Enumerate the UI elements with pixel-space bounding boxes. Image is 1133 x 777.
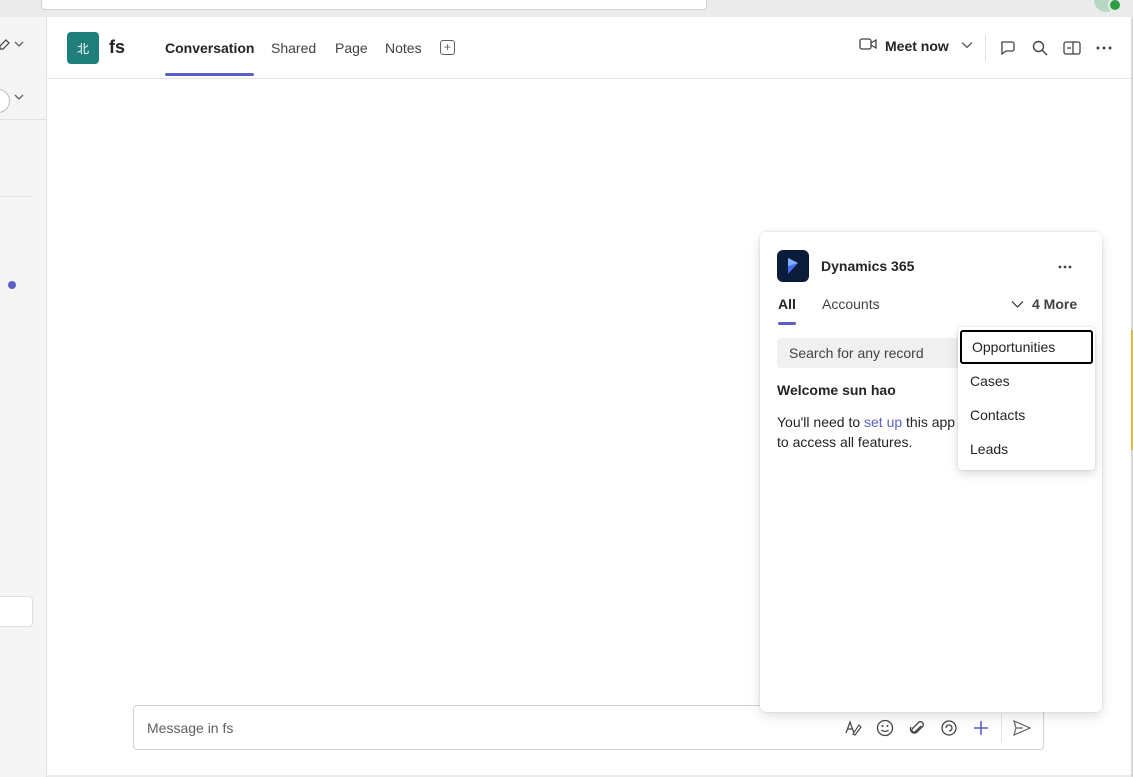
attach-icon[interactable] (906, 717, 928, 739)
plus-icon[interactable] (970, 717, 992, 739)
divider (1001, 714, 1002, 742)
menu-item-contacts[interactable]: Contacts (958, 398, 1095, 432)
side-panel-icon[interactable] (1061, 37, 1083, 59)
tab-conversation[interactable]: Conversation (165, 40, 254, 56)
format-icon[interactable] (842, 717, 864, 739)
active-tab-indicator (165, 73, 254, 76)
setup-prefix: You'll need to (777, 414, 865, 430)
chevron-down-icon (1011, 296, 1024, 312)
more-icon[interactable] (1058, 256, 1072, 274)
chevron-down-icon[interactable] (14, 39, 24, 52)
channel-header: 北 fs Conversation Shared Page Notes + Me… (47, 17, 1131, 79)
meet-now-label: Meet now (885, 37, 949, 54)
tab-page[interactable]: Page (335, 40, 368, 56)
menu-item-leads[interactable]: Leads (958, 432, 1095, 466)
card-title: Dynamics 365 (821, 258, 915, 274)
setup-message: You'll need to set up this app to access… (777, 412, 959, 452)
tab-notes[interactable]: Notes (385, 40, 422, 56)
compose-placeholder: Message in fs (147, 720, 234, 736)
loop-icon[interactable] (938, 717, 960, 739)
divider (0, 119, 46, 120)
chevron-down-icon[interactable] (961, 38, 973, 54)
more-icon[interactable] (1093, 37, 1115, 59)
emoji-icon[interactable] (874, 717, 896, 739)
setup-link[interactable]: set up (864, 414, 902, 430)
search-icon[interactable] (1029, 37, 1051, 59)
divider (0, 196, 32, 197)
menu-item-opportunities[interactable]: Opportunities (960, 330, 1093, 364)
more-tabs-label: 4 More (1032, 296, 1078, 312)
chevron-down-icon[interactable] (14, 92, 24, 105)
compose-icon[interactable] (0, 39, 10, 54)
meet-now-button[interactable]: Meet now (859, 37, 973, 54)
list-item[interactable] (0, 596, 33, 627)
more-tabs-button[interactable]: 4 More (1011, 296, 1077, 312)
more-tabs-menu: Opportunities Cases Contacts Leads (958, 327, 1095, 470)
divider (985, 35, 986, 61)
tab-shared[interactable]: Shared (271, 40, 316, 56)
avatar: 北 (67, 32, 99, 64)
add-tab-icon[interactable]: + (440, 40, 455, 55)
chat-icon[interactable] (997, 37, 1019, 59)
filter-icon[interactable] (0, 89, 10, 113)
page-title: fs (109, 37, 126, 57)
search-placeholder: Search for any record (789, 345, 924, 361)
active-tab-indicator (778, 322, 796, 325)
tab-all[interactable]: All (778, 296, 796, 312)
global-search-box[interactable] (41, 0, 707, 10)
presence-status-icon (1108, 0, 1122, 12)
tab-accounts[interactable]: Accounts (822, 296, 880, 312)
welcome-heading: Welcome sun hao (777, 382, 896, 398)
menu-item-cases[interactable]: Cases (958, 364, 1095, 398)
dynamics-365-card: Dynamics 365 All Accounts 4 More Search … (760, 232, 1102, 712)
chat-list-pane (0, 17, 47, 777)
title-bar (0, 0, 1133, 17)
dynamics-365-logo (777, 250, 809, 282)
send-icon[interactable] (1011, 717, 1033, 739)
video-camera-icon (859, 37, 877, 54)
unread-dot-icon (8, 281, 16, 289)
